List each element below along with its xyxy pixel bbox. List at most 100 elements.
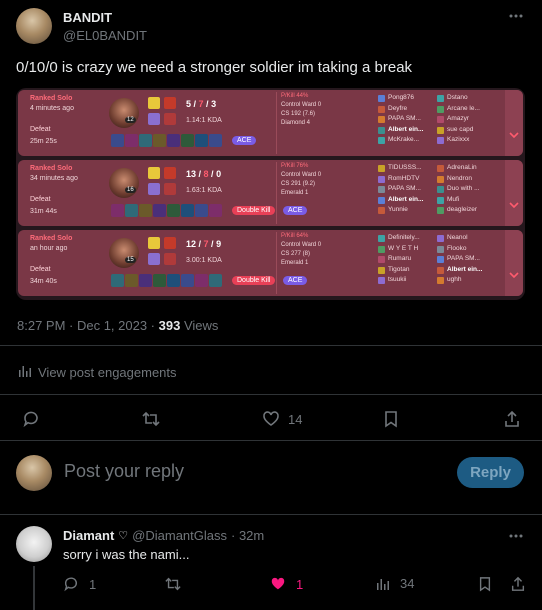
player-name[interactable]: Nendron bbox=[437, 174, 497, 185]
reply-comment-action[interactable]: 1 bbox=[63, 576, 96, 592]
kill-participation: P/Kill 76% bbox=[281, 163, 309, 169]
player-name[interactable]: Neanol bbox=[437, 233, 497, 244]
my-avatar[interactable] bbox=[16, 455, 52, 491]
bookmark-action[interactable] bbox=[383, 410, 399, 428]
reply-views-action[interactable]: 34 bbox=[376, 576, 414, 591]
champion-portrait[interactable] bbox=[109, 98, 139, 128]
expand-match-button[interactable] bbox=[505, 160, 523, 226]
reply-bookmark-action[interactable] bbox=[478, 576, 492, 592]
bar-chart-icon bbox=[18, 365, 32, 380]
control-wards: Control Ward 0 bbox=[281, 242, 322, 248]
player-name[interactable]: Flooko bbox=[437, 244, 497, 255]
reply-avatar[interactable] bbox=[16, 526, 52, 562]
player-name[interactable]: RomHDTV bbox=[378, 174, 438, 185]
reply-button[interactable]: Reply bbox=[457, 457, 524, 488]
player-name[interactable]: tsuukii bbox=[378, 275, 438, 286]
player-name[interactable]: Arcane le... bbox=[437, 104, 497, 115]
reply-like-action[interactable]: 1 bbox=[270, 576, 303, 592]
queue-type: Ranked Solo bbox=[30, 235, 73, 242]
player-name[interactable]: PAPA SM... bbox=[437, 254, 497, 265]
reply-action[interactable] bbox=[22, 410, 40, 428]
bar-chart-icon bbox=[377, 578, 389, 590]
creep-score: CS 291 (9.2) bbox=[281, 181, 316, 187]
item-icon bbox=[139, 204, 152, 217]
queue-type: Ranked Solo bbox=[30, 165, 73, 172]
share-action[interactable] bbox=[503, 410, 521, 428]
queue-type: Ranked Solo bbox=[30, 95, 73, 102]
player-name[interactable]: deagleizer bbox=[437, 205, 497, 216]
blue-team: TIDUSSS... RomHDTV PAPA SM... Albert ein...… bbox=[378, 163, 438, 216]
player-name[interactable]: AdrenaLin bbox=[437, 163, 497, 174]
kills: 13 bbox=[186, 169, 197, 179]
player-name[interactable]: TIDUSSS... bbox=[378, 163, 438, 174]
player-name[interactable]: Amazyr bbox=[437, 114, 497, 125]
reply-header: Diamant ♡ @DiamantGlass · 32m bbox=[63, 528, 264, 543]
reply-share-action[interactable] bbox=[510, 576, 526, 592]
reply-like-count: 1 bbox=[296, 576, 304, 592]
reply-author-name[interactable]: Diamant bbox=[63, 528, 114, 543]
kda-score: 12 / 7 / 9 bbox=[186, 239, 222, 249]
view-engagements-link[interactable]: View post engagements bbox=[18, 365, 177, 380]
rune-icon bbox=[164, 253, 176, 265]
red-team: AdrenaLin Nendron Duo with ... Mufi deagleiz… bbox=[437, 163, 497, 216]
view-engagements-label: View post engagements bbox=[38, 365, 177, 380]
champion-portrait[interactable] bbox=[109, 168, 139, 198]
player-name[interactable]: Kazixxx bbox=[437, 135, 497, 146]
like-action[interactable]: 14 bbox=[262, 410, 302, 428]
item-icon bbox=[153, 134, 166, 147]
reply-comment-count: 1 bbox=[89, 576, 97, 592]
red-team: Dstano Arcane le... Amazyr sue capd Kazixxx bbox=[437, 93, 497, 146]
double-kill-badge: Double Kill bbox=[232, 276, 276, 285]
match-row[interactable]: Ranked Solo 4 minutes ago Defeat 25m 25s 12 5… bbox=[18, 90, 523, 156]
post-image[interactable]: Ranked Solo 4 minutes ago Defeat 25m 25s 12 5… bbox=[16, 88, 525, 300]
player-name[interactable]: Albert ein... bbox=[437, 265, 497, 276]
item-icon bbox=[209, 134, 222, 147]
author-handle[interactable]: @EL0BANDIT bbox=[63, 28, 147, 43]
champion-portrait[interactable] bbox=[109, 238, 139, 268]
spell-icon bbox=[148, 237, 160, 249]
match-duration: 25m 25s bbox=[30, 138, 57, 145]
match-row[interactable]: Ranked Solo an hour ago Defeat 34m 40s 15 12 … bbox=[18, 230, 523, 296]
reply-repost-action[interactable] bbox=[164, 576, 182, 592]
player-name[interactable]: ughh bbox=[437, 275, 497, 286]
player-name[interactable]: Albert ein... bbox=[378, 195, 438, 206]
player-name[interactable]: Deyfre bbox=[378, 104, 438, 115]
player-name[interactable]: Yunnie bbox=[378, 205, 438, 216]
like-count: 14 bbox=[288, 411, 303, 427]
match-duration: 34m 40s bbox=[30, 278, 57, 285]
reply-more-options-icon[interactable] bbox=[508, 533, 524, 539]
expand-match-button[interactable] bbox=[505, 90, 523, 156]
player-name[interactable]: Dstano bbox=[437, 93, 497, 104]
player-name[interactable]: W Y E T H bbox=[378, 244, 438, 255]
item-build bbox=[111, 134, 222, 148]
spell-icon bbox=[148, 167, 160, 179]
player-name[interactable]: Tigotan bbox=[378, 265, 438, 276]
repost-action[interactable] bbox=[141, 410, 161, 428]
player-name[interactable]: PAPA SM... bbox=[378, 184, 438, 195]
expand-match-button[interactable] bbox=[505, 230, 523, 296]
item-icon bbox=[181, 204, 194, 217]
kda-ratio: 1.63:1 KDA bbox=[186, 187, 222, 194]
reply-input[interactable]: Post your reply bbox=[64, 461, 184, 482]
player-name[interactable]: Duo with ... bbox=[437, 184, 497, 195]
player-name[interactable]: PAPA SM... bbox=[378, 114, 438, 125]
post-time[interactable]: 8:27 PM · Dec 1, 2023 · bbox=[17, 318, 155, 333]
player-name[interactable]: Mufi bbox=[437, 195, 497, 206]
author-name[interactable]: BANDIT bbox=[63, 10, 112, 25]
player-name[interactable]: Rumaru bbox=[378, 254, 438, 265]
author-avatar[interactable] bbox=[16, 8, 52, 44]
player-name[interactable]: Pong876 bbox=[378, 93, 438, 104]
player-name[interactable]: sue capd bbox=[437, 125, 497, 136]
heart-icon bbox=[263, 411, 279, 426]
time-ago: an hour ago bbox=[30, 245, 68, 252]
reply-time[interactable]: · 32m bbox=[231, 528, 264, 543]
match-duration: 31m 44s bbox=[30, 208, 57, 215]
match-row[interactable]: Ranked Solo 34 minutes ago Defeat 31m 44s 16… bbox=[18, 160, 523, 226]
bookmark-icon bbox=[479, 577, 491, 592]
player-name[interactable]: Albert ein... bbox=[378, 125, 438, 136]
player-name[interactable]: Definitely... bbox=[378, 233, 438, 244]
post-timestamp[interactable]: 8:27 PM · Dec 1, 2023 · 393 Views bbox=[17, 318, 218, 333]
reply-author-handle[interactable]: @DiamantGlass bbox=[132, 528, 227, 543]
more-options-icon[interactable] bbox=[508, 13, 524, 19]
player-name[interactable]: McKrake... bbox=[378, 135, 438, 146]
